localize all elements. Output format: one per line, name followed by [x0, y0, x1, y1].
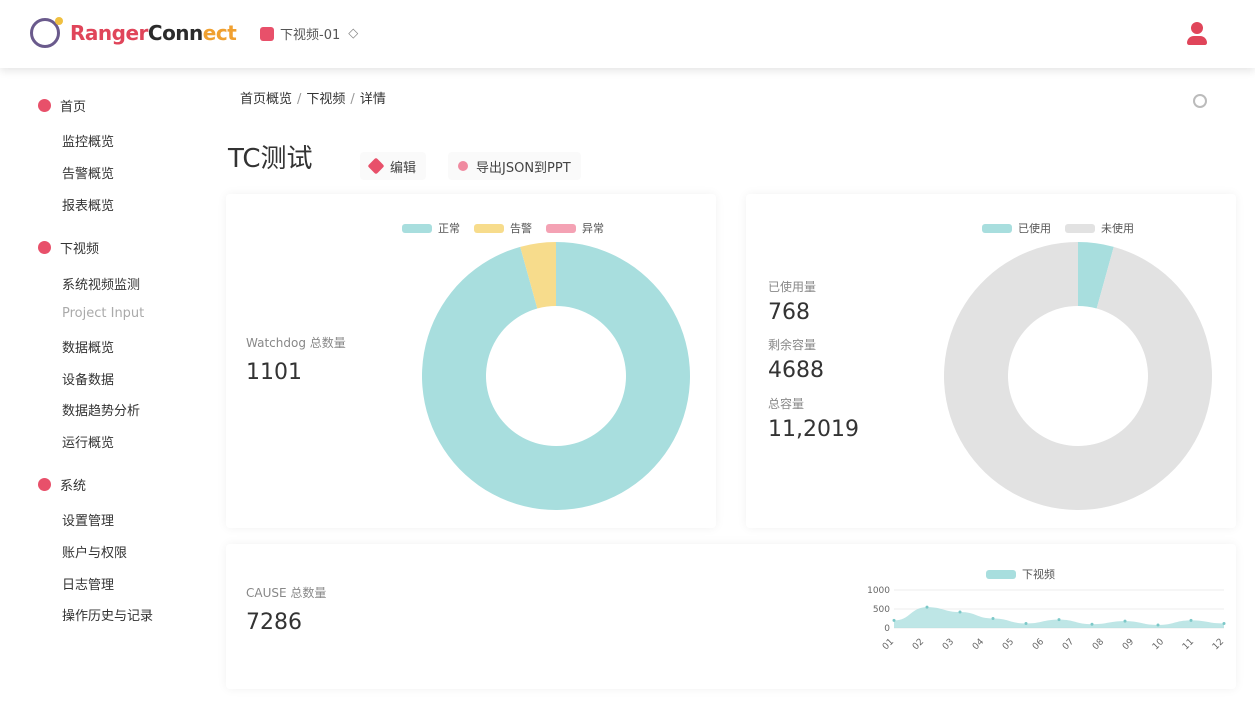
- export-button[interactable]: 导出JSON到PPT: [448, 152, 581, 180]
- stat-value: 1101: [246, 360, 302, 385]
- x-tick-label: 02: [911, 637, 926, 652]
- logo-text: RangerConnect: [70, 21, 237, 45]
- x-tick-label: 07: [1061, 637, 1076, 652]
- area-chart: 1000 500 0 01 02 03 04 05 06 07 08 09 10 11 12: [867, 586, 1226, 652]
- stat-label: 剩余容量: [768, 338, 817, 352]
- data-point[interactable]: [1156, 623, 1160, 627]
- sidebar-item-active[interactable]: Project Input: [62, 306, 144, 321]
- status-card: 正常 告警 异常 Watchdog 总数量 1101: [226, 194, 716, 528]
- app-logo[interactable]: RangerConnect: [30, 17, 237, 48]
- chart-legend: 下视频: [986, 566, 1069, 582]
- home-icon: [38, 99, 51, 112]
- main-content: 首页概览 / 下视频 / 详情 TC测试 编辑 导出JSON到PPT 正常 告警 异常 …: [210, 80, 1255, 706]
- data-point[interactable]: [1024, 621, 1028, 625]
- sidebar: 首页 监控概览 告警概览 报表概览 下视频 系统视频监测 Project Inp…: [0, 80, 210, 706]
- user-icon[interactable]: [1186, 22, 1208, 46]
- series-area: [894, 607, 1224, 628]
- x-tick-label: 09: [1121, 637, 1136, 652]
- data-point[interactable]: [1189, 618, 1193, 622]
- breadcrumb-item[interactable]: 首页概览: [240, 92, 292, 107]
- data-point[interactable]: [1123, 619, 1127, 623]
- stat-value: 4688: [768, 358, 824, 383]
- top-bar: RangerConnect 下视频-01 ◇: [0, 0, 1255, 68]
- system-icon: [38, 478, 51, 491]
- data-point[interactable]: [991, 617, 995, 620]
- sidebar-item[interactable]: 报表概览: [62, 195, 114, 214]
- stat-value: 768: [768, 300, 810, 325]
- sidebar-item[interactable]: 系统视频监测: [62, 274, 140, 293]
- sidebar-group-video[interactable]: 下视频: [38, 238, 99, 257]
- sidebar-item[interactable]: 数据趋势分析: [62, 400, 140, 419]
- x-tick-label: 05: [1001, 637, 1016, 652]
- pencil-icon: [367, 157, 385, 175]
- data-point[interactable]: [1222, 621, 1226, 625]
- sidebar-item[interactable]: 设置管理: [62, 510, 114, 529]
- sidebar-item[interactable]: 账户与权限: [62, 542, 127, 561]
- breadcrumb-item: 详情: [359, 92, 386, 107]
- x-tick-label: 01: [881, 637, 896, 652]
- x-tick-label: 08: [1091, 637, 1106, 652]
- export-icon: [458, 161, 468, 171]
- sidebar-item[interactable]: 设备数据: [62, 369, 114, 388]
- donut-chart: [422, 242, 690, 510]
- data-point[interactable]: [892, 618, 896, 622]
- capacity-card: 已使用 未使用 已使用量 768 剩余容量 4688 总容量 11,2019: [746, 194, 1236, 528]
- donut-chart: [944, 242, 1212, 510]
- y-tick-label: 500: [873, 605, 890, 615]
- data-point[interactable]: [1057, 618, 1061, 622]
- stat-value: 11,2019: [768, 417, 859, 442]
- sidebar-item[interactable]: 日志管理: [62, 574, 114, 593]
- breadcrumb: 首页概览 / 下视频 / 详情: [240, 92, 386, 107]
- stat-label: 已使用量: [768, 280, 817, 294]
- stat-label: Watchdog 总数量: [246, 336, 346, 350]
- legend-item[interactable]: 下视频: [986, 566, 1055, 582]
- x-tick-label: 11: [1181, 637, 1196, 652]
- x-tick-label: 12: [1211, 637, 1226, 652]
- sidebar-item[interactable]: 数据概览: [62, 337, 114, 356]
- data-point[interactable]: [1090, 622, 1094, 626]
- sidebar-group-home[interactable]: 首页: [38, 96, 86, 115]
- edit-button[interactable]: 编辑: [360, 152, 427, 180]
- stat-label: CAUSE 总数量: [246, 586, 327, 600]
- sidebar-item[interactable]: 运行概览: [62, 432, 114, 451]
- logo-icon: [30, 17, 63, 48]
- page-title: TC测试: [228, 144, 313, 174]
- project-selector[interactable]: 下视频-01 ◇: [260, 24, 358, 43]
- x-tick-label: 06: [1031, 637, 1046, 652]
- sidebar-item[interactable]: 操作历史与记录: [62, 605, 153, 624]
- donut-slice[interactable]: [944, 242, 1212, 510]
- x-tick-label: 03: [941, 637, 956, 652]
- trend-card: CAUSE 总数量 7286 下视频 1000 500 0 01 02 03 04 05 06 0…: [226, 544, 1236, 689]
- settings-icon[interactable]: [1193, 94, 1207, 108]
- sidebar-item[interactable]: 告警概览: [62, 163, 114, 182]
- stat-value: 7286: [246, 610, 302, 635]
- sidebar-group-system[interactable]: 系统: [38, 475, 86, 494]
- video-icon: [38, 241, 51, 254]
- data-point[interactable]: [925, 605, 929, 609]
- x-tick-label: 10: [1151, 637, 1166, 652]
- x-tick-label: 04: [971, 637, 986, 652]
- project-icon: [260, 26, 274, 41]
- y-tick-label: 0: [884, 624, 890, 634]
- chevron-down-icon: ◇: [348, 26, 359, 41]
- sidebar-item[interactable]: 监控概览: [62, 131, 114, 150]
- data-point[interactable]: [958, 610, 962, 614]
- breadcrumb-item[interactable]: 下视频: [306, 92, 345, 107]
- y-tick-label: 1000: [867, 586, 890, 596]
- stat-label: 总容量: [768, 397, 805, 411]
- project-label: 下视频-01: [280, 28, 341, 43]
